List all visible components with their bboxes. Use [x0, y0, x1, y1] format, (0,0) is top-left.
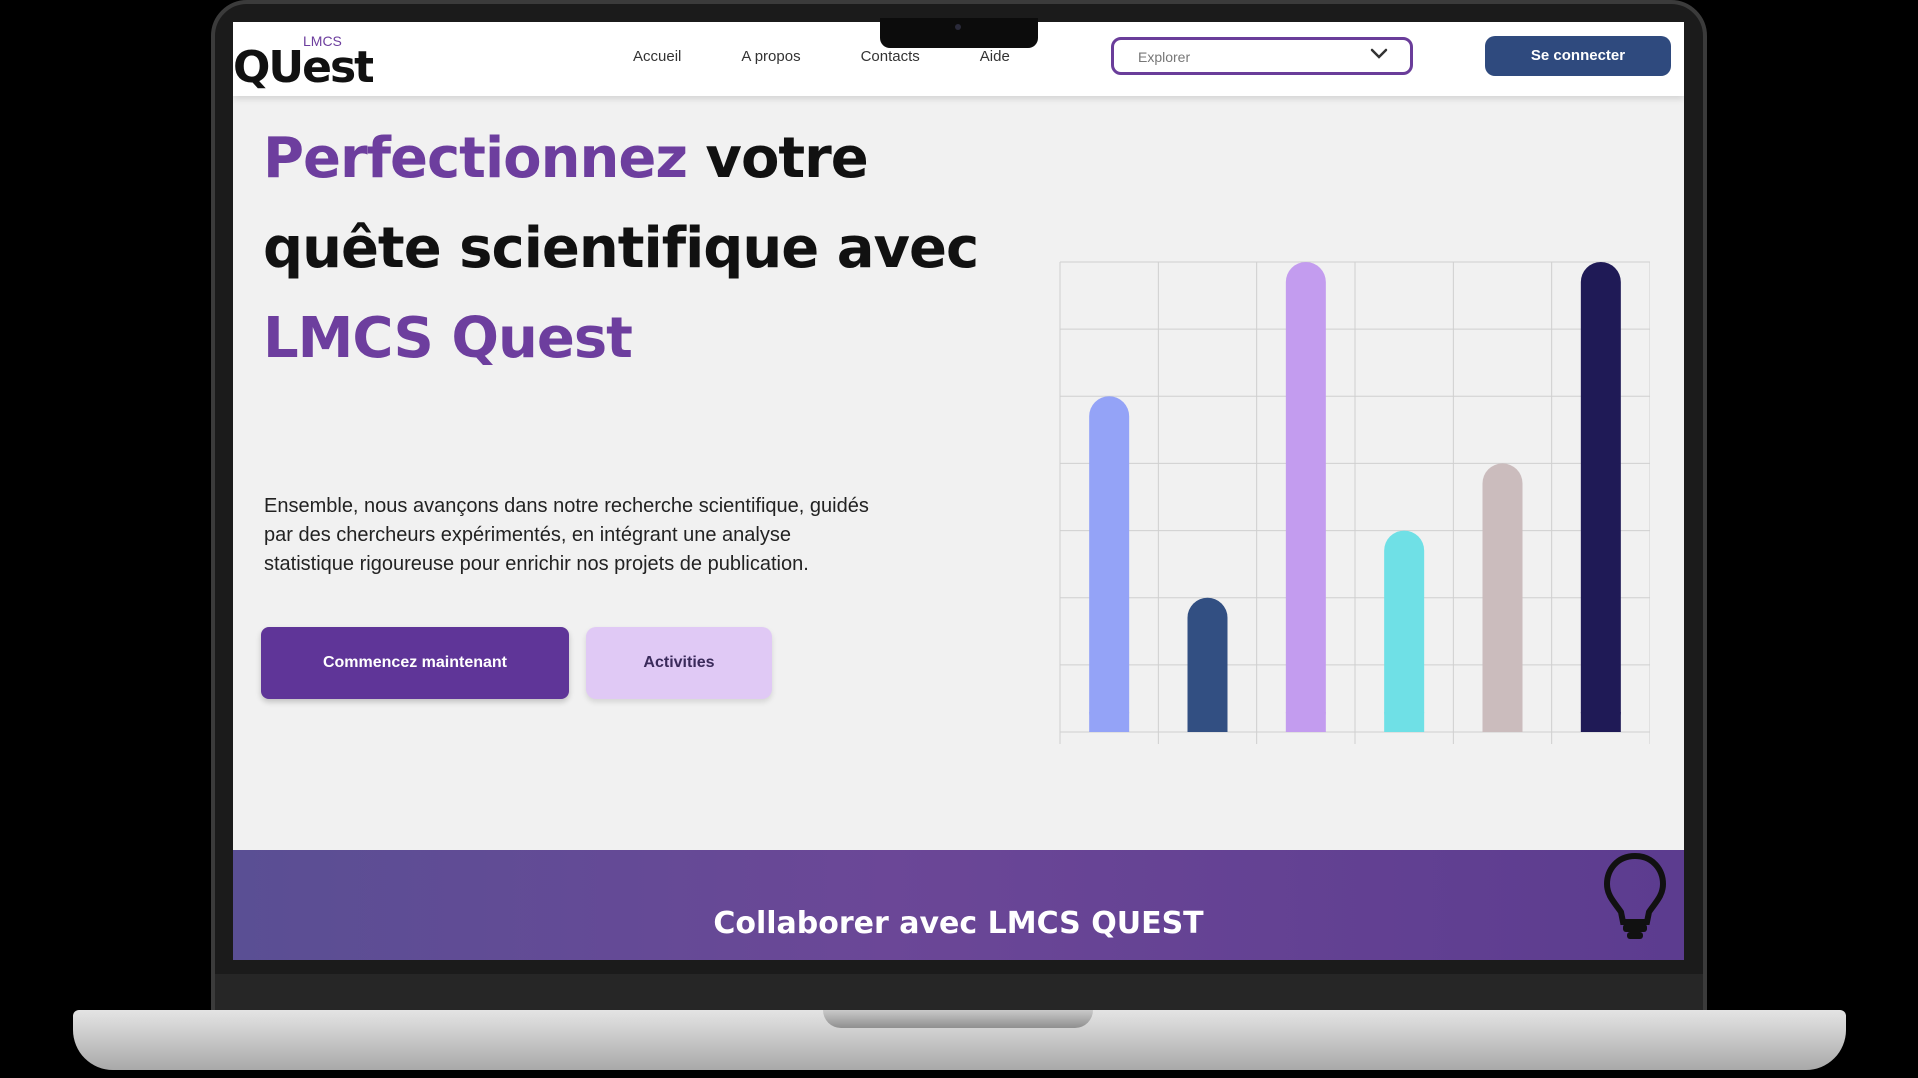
hero-description: Ensemble, nous avançons dans notre reche… — [264, 495, 869, 575]
hero-accent-1: Perfectionnez — [263, 126, 688, 191]
chart-bar-1 — [1089, 396, 1130, 732]
chart-bar-base-4 — [1384, 712, 1425, 732]
chart-bar-base-5 — [1482, 712, 1523, 732]
collaboration-banner: Collaborer avec LMCS QUEST — [233, 850, 1684, 960]
chart-bar-base-3 — [1285, 712, 1326, 732]
hero-line1-rest: votre — [686, 126, 868, 191]
bar-chart — [1059, 261, 1650, 744]
chart-bar-base-1 — [1089, 712, 1130, 732]
hero-heading: Perfectionnez votre quête scientifique a… — [263, 114, 979, 384]
explore-placeholder: Explorer — [1138, 49, 1191, 65]
logo-main-text: QUest — [233, 42, 373, 93]
chevron-down-icon — [1370, 48, 1388, 59]
hero-line2: quête scientifique avec — [263, 216, 979, 281]
login-button[interactable]: Se connecter — [1485, 36, 1671, 76]
chart-bar-base-2 — [1187, 712, 1228, 732]
chart-bar-3 — [1285, 262, 1326, 732]
activities-button[interactable]: Activities — [586, 627, 772, 699]
nav-link-contacts[interactable]: Contacts — [861, 48, 920, 65]
hero-accent-2: LMCS Quest — [263, 306, 633, 371]
camera-dot — [955, 24, 961, 30]
camera-notch — [880, 18, 1038, 48]
chart-bar-6 — [1580, 262, 1621, 732]
nav-links: Accueil A propos Contacts Aide — [633, 48, 1070, 65]
logo[interactable]: LMCS QUest — [233, 30, 377, 93]
nav-link-aide[interactable]: Aide — [980, 48, 1010, 65]
nav-link-a-propos[interactable]: A propos — [741, 48, 800, 65]
explore-dropdown[interactable]: Explorer — [1111, 37, 1413, 75]
chart-bar-5 — [1482, 463, 1523, 732]
chart-bar-4 — [1384, 530, 1425, 732]
start-now-button[interactable]: Commencez maintenant — [261, 627, 569, 699]
laptop-chin — [215, 974, 1703, 1012]
lightbulb-icon — [1603, 852, 1667, 939]
screen: LMCS QUest Accueil A propos Contacts Aid… — [233, 22, 1684, 960]
chart-bar-base-6 — [1580, 712, 1621, 732]
nav-link-accueil[interactable]: Accueil — [633, 48, 681, 65]
laptop-base-lip — [823, 1010, 1093, 1028]
collaboration-title: Collaborer avec LMCS QUEST — [713, 906, 1204, 941]
chart-bar-2 — [1187, 597, 1228, 732]
